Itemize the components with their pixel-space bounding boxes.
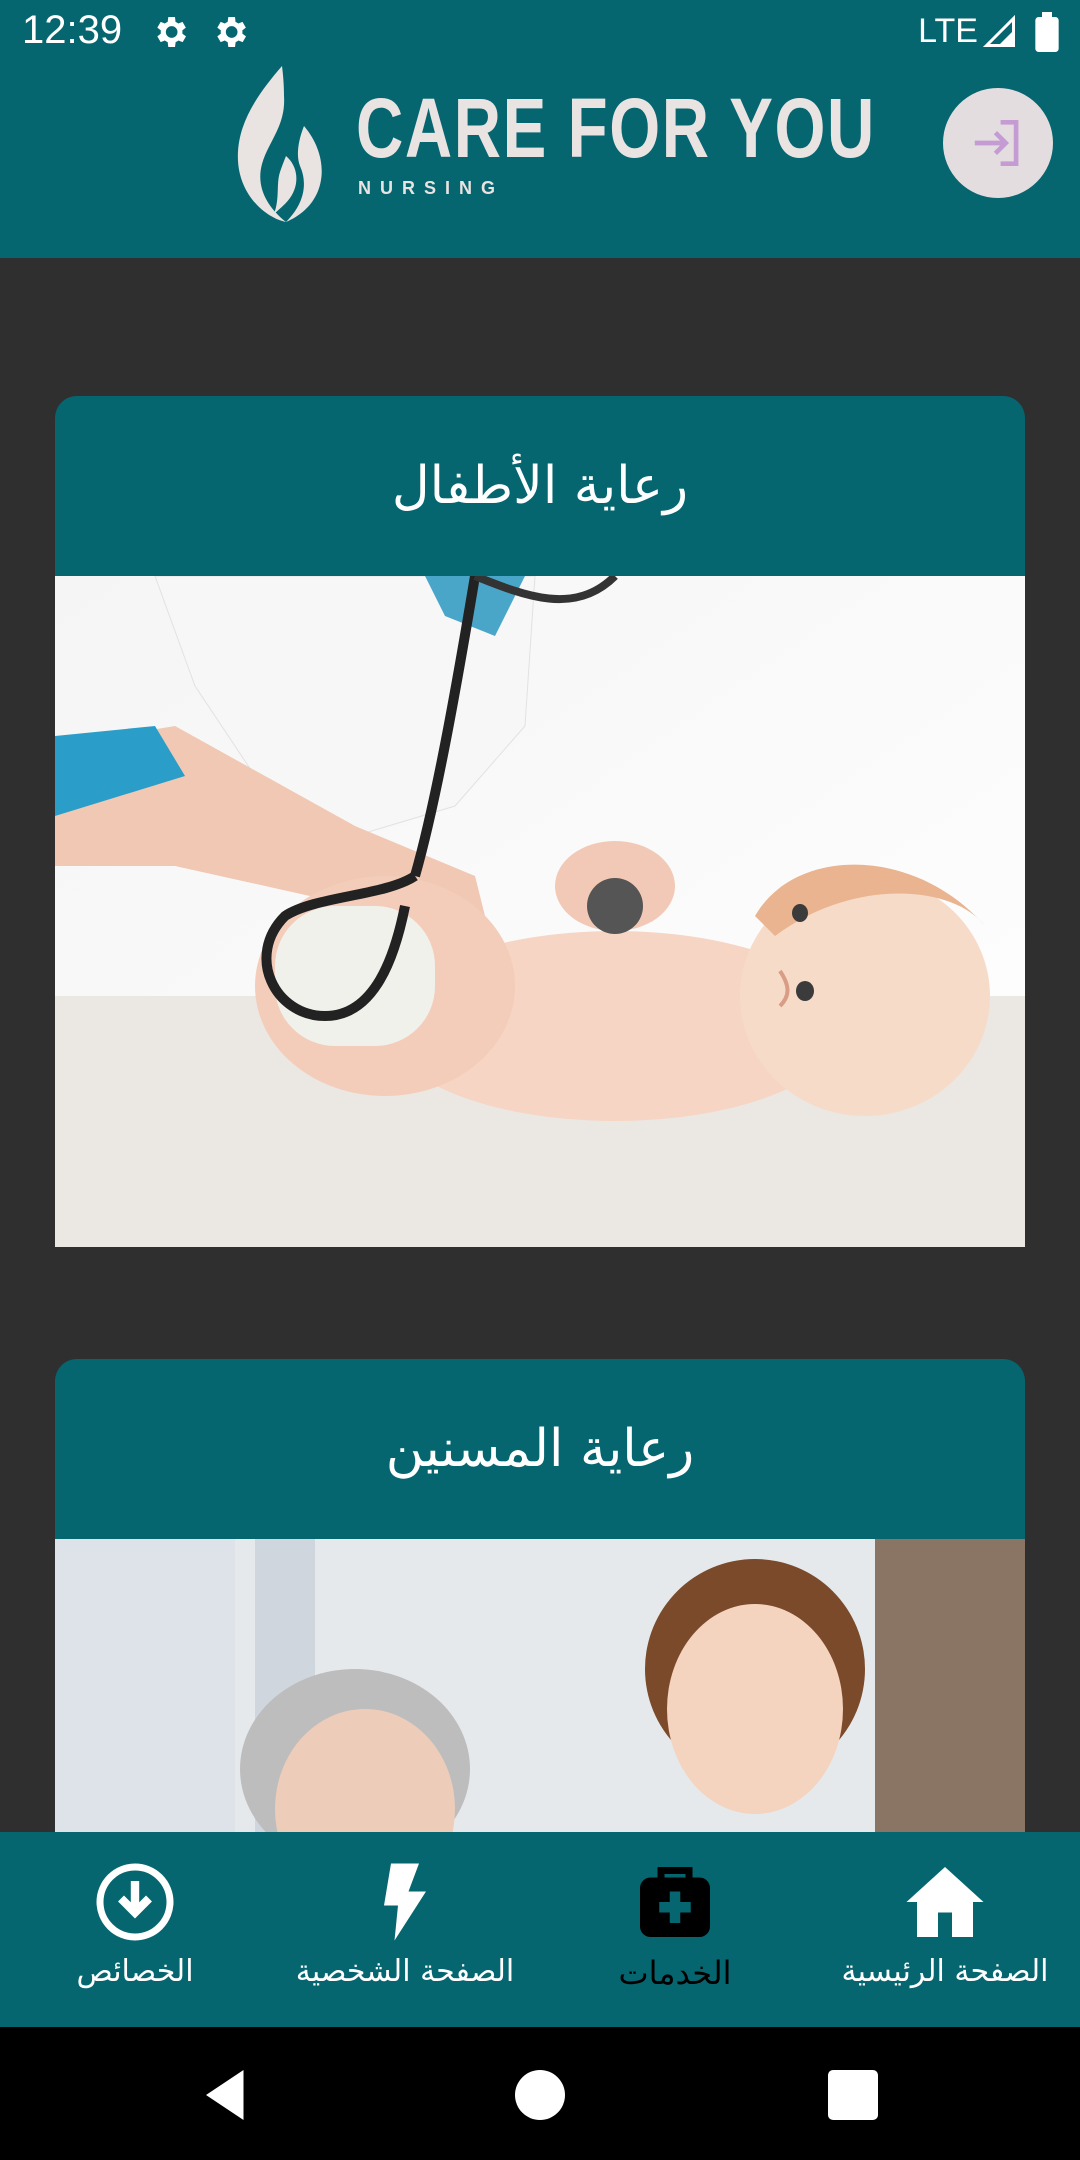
app-header: CARE FOR YOU NURSING (0, 66, 1080, 258)
nav-label: الصفحة الشخصية (295, 1954, 515, 1989)
status-time: 12:39 (22, 8, 123, 52)
logo-flame-icon (237, 66, 322, 222)
card-title: رعاية المسنين (55, 1359, 1025, 1539)
service-card-pediatric[interactable]: رعاية الأطفال (55, 396, 1025, 1247)
battery-icon (1035, 12, 1059, 52)
recents-icon[interactable] (823, 2065, 883, 2125)
card-title: رعاية الأطفال (55, 396, 1025, 576)
brand-subtitle: NURSING (358, 178, 505, 198)
nav-item-profile[interactable]: الصفحة الشخصية (290, 1832, 520, 2027)
brand-title: CARE FOR YOU (356, 81, 876, 175)
settings-gear-icon (217, 17, 246, 47)
screen: 12:39 LTE CARE FOR YOU NURSING رعاية الأ… (0, 0, 1080, 2160)
system-navigation-bar (0, 2027, 1080, 2160)
status-bar: 12:39 LTE (0, 0, 1080, 66)
download-circle-icon (96, 1863, 174, 1941)
pediatric-care-photo (55, 576, 1025, 1247)
nav-label: الصفحة الرئيسية (841, 1954, 1049, 1989)
nav-label: الخدمات (618, 1954, 732, 1992)
bottom-navigation: الخصائص الصفحة الشخصية الخدمات الصفحة ال… (0, 1832, 1080, 2027)
service-card-elderly[interactable]: رعاية المسنين (55, 1359, 1025, 1832)
login-icon (974, 120, 1019, 166)
settings-gear-icon (157, 17, 186, 47)
nav-item-services[interactable]: الخدمات (600, 1832, 750, 2027)
back-icon[interactable] (196, 2065, 256, 2125)
elderly-care-photo (55, 1539, 1025, 1832)
nav-item-home[interactable]: الصفحة الرئيسية (840, 1832, 1050, 2027)
signal-icon (982, 14, 1015, 47)
home-circle-icon[interactable] (510, 2065, 570, 2125)
bolt-icon (384, 1863, 426, 1941)
home-icon (906, 1867, 984, 1937)
nav-label: الخصائص (76, 1954, 194, 1989)
services-list[interactable]: رعاية الأطفال رعاية المسنين (0, 258, 1080, 1832)
login-button[interactable] (943, 88, 1053, 198)
nav-item-features[interactable]: الخصائص (52, 1832, 218, 2027)
network-type: LTE (918, 12, 978, 50)
medical-kit-icon (640, 1867, 710, 1937)
